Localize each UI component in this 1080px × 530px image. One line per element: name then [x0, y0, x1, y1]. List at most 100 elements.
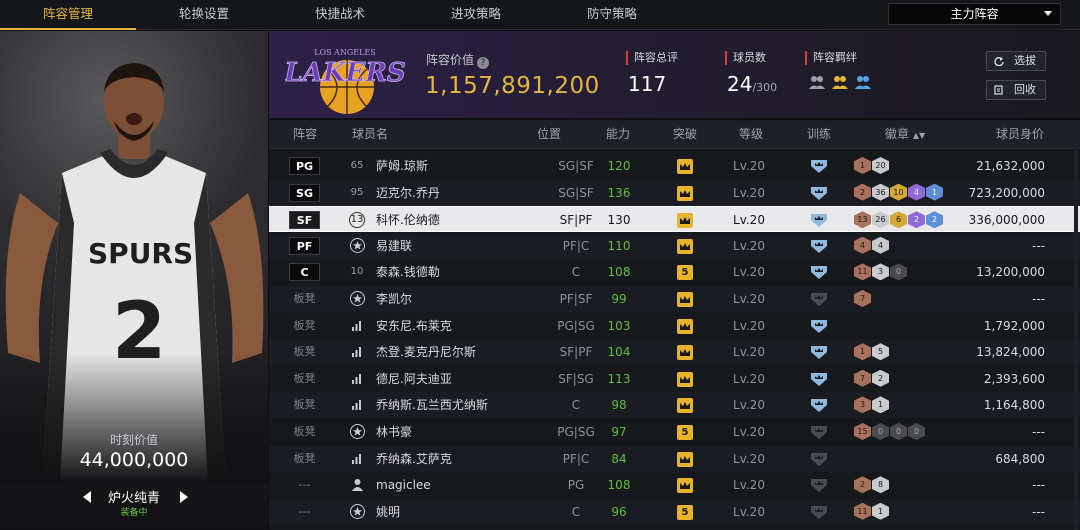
table-row[interactable]: 板凳 李凯尔 PF|SF 99 Lv.20 7 --- [269, 286, 1080, 312]
document-icon [994, 85, 1003, 95]
lineup-slot-badge[interactable]: 板凳 [289, 396, 320, 414]
select-players-label: 选拔 [1014, 54, 1036, 67]
training-shield-icon[interactable] [809, 264, 829, 280]
col-badge-label: 徽章 [885, 127, 910, 141]
table-row[interactable]: 板凳 乔纳森.艾萨克 PF|C 84 Lv.20 684,800 [269, 445, 1080, 472]
lineup-slot-badge[interactable]: C [289, 263, 320, 282]
lineup-slot-badge[interactable]: 板凳 [289, 317, 320, 335]
tab-defense-strategy[interactable]: 防守策略 [544, 0, 680, 30]
badge-list: 7 [854, 290, 872, 308]
training-shield-icon[interactable] [809, 318, 829, 334]
training-shield-icon[interactable] [809, 291, 829, 307]
training-shield-icon[interactable] [809, 397, 829, 413]
player-ability: 136 [607, 185, 631, 200]
skin-prev-arrow-icon[interactable] [83, 491, 91, 503]
badge-icon: 1 [872, 502, 889, 520]
badge-icon: 2 [854, 476, 871, 494]
lineup-dropdown[interactable]: 主力阵容 [888, 3, 1061, 25]
signal-bars-icon [352, 453, 361, 464]
table-row[interactable]: 板凳 林书豪 PG|SG 97 5 Lv.20 15 0 0 0 --- [269, 419, 1080, 445]
lineup-slot-badge[interactable]: 板凳 [289, 423, 320, 441]
tab-quick-tactics[interactable]: 快捷战术 [272, 0, 408, 30]
col-break[interactable]: 突破 [673, 120, 697, 149]
player-salary: --- [1032, 425, 1045, 439]
bond-people-icon[interactable] [809, 74, 825, 90]
col-ability[interactable]: 能力 [606, 120, 630, 149]
training-shield-icon[interactable] [809, 185, 829, 201]
lineup-slot-badge[interactable]: --- [289, 476, 320, 494]
table-row[interactable]: PG 65 萨姆.琼斯 SG|SF 120 Lv.20 1 20 21,632,000 [269, 153, 1080, 179]
table-row[interactable]: SG 95 迈克尔.乔丹 SG|SF 136 Lv.20 2 36 10 4 1 723,200,00… [269, 179, 1080, 206]
player-salary: 684,800 [995, 451, 1045, 466]
col-position[interactable]: 位置 [537, 120, 561, 149]
training-shield-icon[interactable] [809, 371, 829, 387]
player-count-value: 24/300 [727, 72, 777, 96]
player-ability: 108 [607, 265, 631, 280]
player-level: Lv.20 [733, 318, 765, 333]
badge-icon: 10 [890, 183, 907, 201]
tab-lineup-management[interactable]: 阵容管理 [0, 0, 136, 30]
table-scrollbar[interactable] [1074, 120, 1078, 530]
skin-next-arrow-icon[interactable] [180, 491, 188, 503]
player-level: Lv.20 [733, 292, 765, 306]
col-salary[interactable]: 球员身价 [996, 120, 1044, 149]
training-shield-icon[interactable] [809, 212, 829, 228]
lineup-slot-badge[interactable]: --- [289, 503, 320, 521]
player-card-panel: SPURS 2 时刻价值 44,000,000 炉火纯青 装备中 [0, 31, 268, 530]
bond-people-icon[interactable] [855, 74, 871, 90]
table-row[interactable]: --- magiclee PG 108 Lv.20 2 8 --- [269, 472, 1080, 498]
training-shield-icon[interactable] [809, 158, 829, 174]
training-shield-icon[interactable] [809, 238, 829, 254]
lineup-slot-badge[interactable]: SG [289, 183, 320, 202]
table-row[interactable]: 板凳 安东尼.布莱克 PG|SG 103 Lv.20 1,792,000 [269, 313, 1080, 339]
player-salary: 2,393,600 [983, 371, 1045, 386]
player-number: 10 [350, 266, 364, 278]
lineup-slot-badge[interactable]: PF [289, 236, 320, 255]
col-training[interactable]: 训练 [807, 120, 831, 149]
col-lineup[interactable]: 阵容 [293, 120, 317, 149]
bond-people-icon[interactable] [832, 74, 848, 90]
table-row[interactable]: 板凳 杰登.麦克丹尼尔斯 SF|PF 104 Lv.20 1 5 13,824,000 [269, 339, 1080, 366]
help-icon[interactable]: ? [477, 57, 490, 69]
player-level: Lv.20 [733, 159, 765, 173]
lineup-slot-badge[interactable]: SF [289, 211, 320, 230]
break-level-badge: 5 [677, 504, 693, 520]
player-salary: 1,164,800 [983, 398, 1045, 413]
table-row[interactable]: 板凳 乔纳斯.瓦兰西尤纳斯 C 98 Lv.20 3 1 1,164,800 [269, 392, 1080, 419]
col-level[interactable]: 等级 [739, 120, 763, 149]
crown-icon [677, 318, 693, 334]
col-player-name[interactable]: 球员名 [352, 120, 388, 149]
crown-icon [677, 159, 693, 174]
table-row[interactable]: PF 易建联 PF|C 110 Lv.20 4 4 --- [269, 232, 1080, 259]
training-shield-icon[interactable] [809, 344, 829, 360]
lineup-slot-badge[interactable]: 板凳 [289, 343, 320, 361]
star-icon [350, 237, 365, 253]
roster-table: 阵容 球员名 位置 能力 突破 等级 训练 徽章 ▲▼ 球员身价 PG 65 萨姆.… [269, 120, 1080, 530]
select-players-button[interactable]: 选拔 [986, 51, 1046, 71]
table-row[interactable]: 板凳 德尼.阿夫迪亚 SF|SG 113 Lv.20 7 2 2,393,600 [269, 366, 1080, 392]
table-row[interactable]: --- 姚明 C 96 5 Lv.20 11 1 --- [269, 498, 1080, 525]
tab-rotation-settings[interactable]: 轮换设置 [136, 0, 272, 30]
player-level: Lv.20 [733, 345, 765, 360]
training-shield-icon[interactable] [809, 451, 829, 467]
lineup-slot-badge[interactable]: 板凳 [289, 290, 320, 308]
signal-bars-icon [352, 347, 361, 358]
player-salary: --- [1032, 478, 1045, 493]
training-shield-icon[interactable] [809, 504, 829, 520]
badge-icon: 0 [890, 423, 907, 440]
player-name: 迈克尔.乔丹 [376, 185, 440, 200]
lineup-slot-badge[interactable]: 板凳 [289, 370, 320, 388]
lineup-slot-badge[interactable]: 板凳 [289, 450, 320, 468]
recycle-button[interactable]: 回收 [986, 80, 1046, 100]
table-row[interactable]: SF 13 科怀.伦纳德 SF|PF 130 Lv.20 13 26 6 2 2 336,000,00… [269, 206, 1080, 233]
col-badge[interactable]: 徽章 ▲▼ [885, 120, 925, 149]
lineup-summary-header: LOS ANGELES LAKERS 阵容价值? 1,157,891,200 阵… [269, 31, 1080, 118]
training-shield-icon[interactable] [809, 424, 829, 440]
table-row[interactable]: C 10 泰森.钱德勒 C 108 5 Lv.20 11 3 0 13,200,000 [269, 259, 1080, 285]
star-icon [350, 291, 365, 306]
lineup-slot-badge[interactable]: PG [289, 157, 320, 175]
training-shield-icon[interactable] [809, 477, 829, 493]
badge-icon: 3 [854, 396, 871, 414]
tab-offense-strategy[interactable]: 进攻策略 [408, 0, 544, 30]
badge-list: 31 [854, 396, 890, 414]
